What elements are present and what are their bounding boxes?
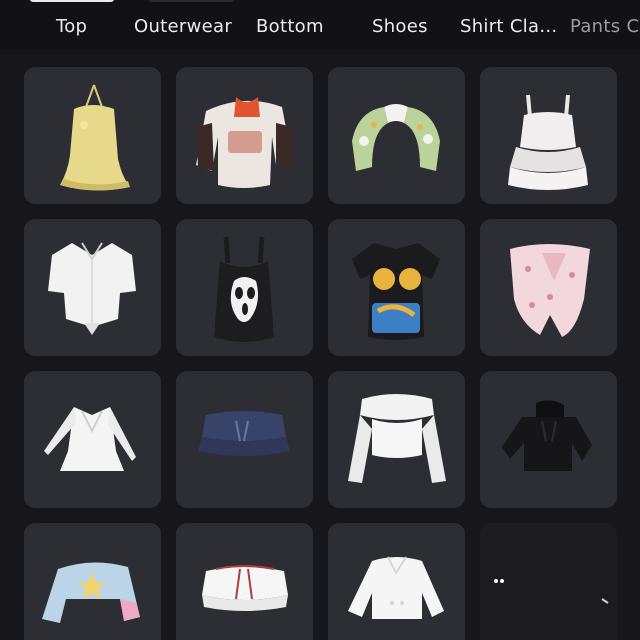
tab-pants-classic[interactable]: Pants C [570, 16, 639, 37]
black-hoodie-icon [502, 400, 592, 471]
yellow-halter-top-icon [60, 84, 130, 191]
graphic-off-shoulder-top-icon [196, 97, 292, 188]
item-card[interactable] [328, 371, 465, 508]
tab-outerwear[interactable]: Outerwear [134, 16, 232, 37]
item-card[interactable] [176, 523, 313, 640]
tab-shirt-classic[interactable]: Shirt Cla... [460, 16, 557, 37]
item-card[interactable] [328, 523, 465, 640]
avatar-shop-screen: Top Outerwear Bottom Shoes Shirt Cla... … [0, 0, 640, 640]
item-card[interactable] [480, 219, 617, 356]
item-card[interactable] [480, 371, 617, 508]
item-card[interactable] [176, 371, 313, 508]
ghostface-tank-top-icon [214, 236, 274, 342]
tab-top[interactable]: Top [56, 16, 87, 37]
category-tab-bar: Top Outerwear Bottom Shoes Shirt Cla... … [0, 0, 640, 50]
white-off-shoulder-top-icon [348, 394, 446, 483]
item-card[interactable] [480, 67, 617, 204]
item-card[interactable] [24, 523, 161, 640]
green-floral-shrug-icon [352, 104, 440, 171]
white-ruffle-bandeau-icon [202, 565, 288, 611]
item-card[interactable] [328, 67, 465, 204]
tab-background-pill [148, 0, 234, 2]
tab-shoes[interactable]: Shoes [372, 16, 428, 37]
white-peplum-blouse-icon [44, 407, 136, 471]
item-grid [0, 50, 640, 640]
item-card[interactable] [328, 219, 465, 356]
dark-hidden-item-icon [494, 579, 609, 604]
navy-ruffle-skirt-icon [198, 411, 290, 456]
active-tab-indicator [30, 0, 114, 2]
white-ruffle-cami-icon [508, 94, 588, 190]
item-card[interactable] [176, 67, 313, 204]
black-graphic-tee-icon [352, 243, 440, 340]
item-card[interactable] [24, 67, 161, 204]
item-card[interactable] [176, 219, 313, 356]
item-card[interactable] [24, 219, 161, 356]
item-card[interactable] [24, 371, 161, 508]
pink-floral-tube-top-icon [510, 244, 590, 337]
item-card[interactable] [480, 523, 617, 640]
white-tied-shirt-icon [48, 242, 136, 335]
tab-bottom[interactable]: Bottom [256, 16, 324, 37]
pastel-star-crop-sweater-icon [42, 562, 140, 623]
white-crop-jacket-icon [348, 556, 444, 619]
